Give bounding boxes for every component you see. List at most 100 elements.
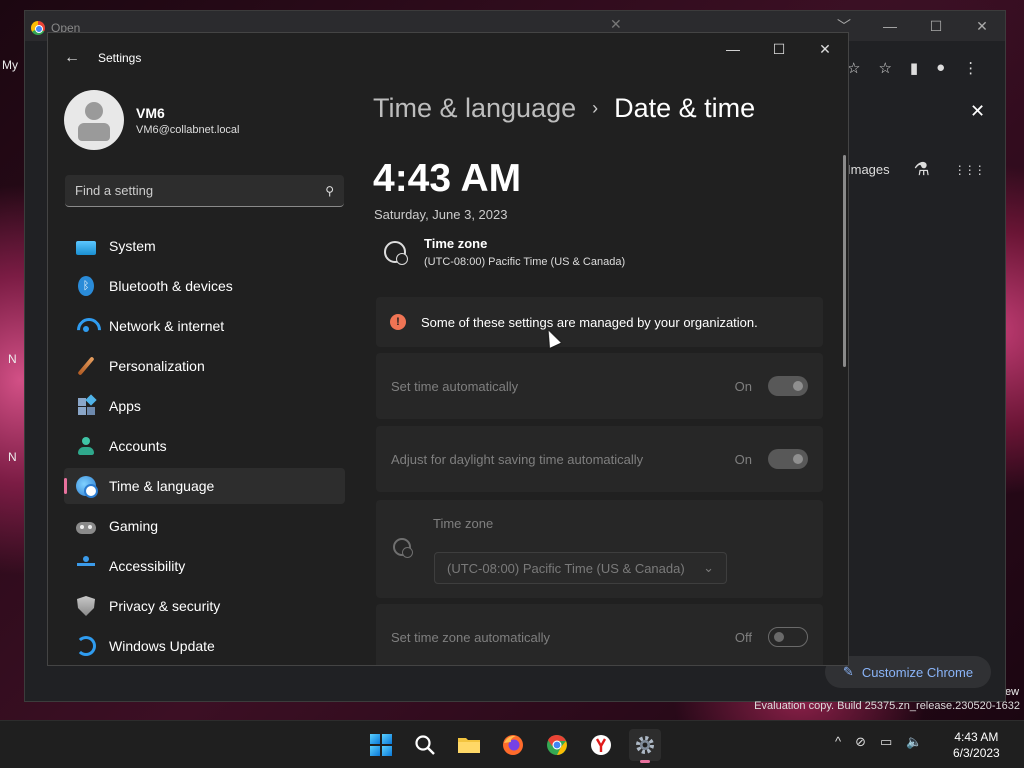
sidebar-item-time-language[interactable]: Time & language (64, 468, 345, 504)
user-email: VM6@collabnet.local (136, 123, 240, 136)
sidebar-item-privacy[interactable]: Privacy & security (64, 588, 345, 624)
firefox-button[interactable] (497, 729, 529, 761)
yandex-button[interactable] (585, 729, 617, 761)
maximize-button[interactable]: ☐ (913, 15, 959, 37)
toggle-state: On (734, 378, 752, 394)
sidebar-item-personalization[interactable]: Personalization (64, 348, 345, 384)
close-button[interactable]: ✕ (959, 15, 1005, 37)
settings-window[interactable]: ← Settings — ☐ ✕ VM6 VM6@collabnet.local… (47, 32, 849, 666)
desktop-label: My (2, 58, 18, 72)
close-button[interactable]: ✕ (802, 33, 848, 65)
sidebar-item-label: Apps (109, 398, 141, 414)
sidebar-item-label: Privacy & security (109, 598, 221, 614)
info-icon: ! (390, 314, 406, 330)
toggle-switch[interactable] (768, 627, 808, 647)
images-link[interactable]: Images (847, 162, 890, 177)
display-icon[interactable]: ▭ (880, 734, 892, 750)
file-explorer-button[interactable] (453, 729, 485, 761)
sidebar-nav: System ᛒ Bluetooth & devices Network & i… (64, 228, 345, 665)
setting-label: Set time automatically (391, 378, 519, 394)
minimize-button[interactable]: — (710, 33, 756, 65)
system-tray: ^ ⊘ ▭ 🔈 (835, 734, 923, 750)
sidebar-item-accounts[interactable]: Accounts (64, 428, 345, 464)
taskbar-apps (365, 729, 661, 763)
gear-icon (636, 736, 654, 754)
sidebar-item-label: Accounts (109, 438, 167, 454)
labs-icon[interactable]: ⚗ (914, 159, 930, 180)
timezone-globe-icon (393, 538, 413, 558)
avatar (64, 90, 124, 150)
sidebar-item-gaming[interactable]: Gaming (64, 508, 345, 544)
sidebar-item-label: System (109, 238, 156, 254)
chevron-right-icon: › (592, 98, 599, 118)
close-icon[interactable]: ✕ (970, 101, 985, 122)
evaluation-watermark: Evaluation copy. Build 25375.zn_release.… (754, 700, 1020, 712)
breadcrumb-parent[interactable]: Time & language (373, 93, 576, 124)
tab-close-icon[interactable]: ✕ (610, 16, 622, 33)
windows-logo-icon (370, 734, 392, 756)
chrome-menu-icon[interactable]: ⋮ (963, 59, 978, 77)
share-icon[interactable]: ☆ (847, 59, 860, 77)
search-input[interactable] (75, 183, 326, 198)
side-panel-icon[interactable]: ▮ (910, 59, 918, 77)
timezone-dropdown[interactable]: (UTC-08:00) Pacific Time (US & Canada) ⌄ (434, 552, 727, 584)
bluetooth-icon: ᛒ (78, 276, 94, 296)
apps-icon (76, 396, 96, 416)
toggle-switch[interactable] (768, 376, 808, 396)
sidebar-item-accessibility[interactable]: Accessibility (64, 548, 345, 584)
app-title: Settings (98, 51, 142, 65)
sidebar-item-system[interactable]: System (64, 228, 345, 264)
volume-icon[interactable]: 🔈 (906, 734, 922, 750)
timezone-label: Time zone (424, 236, 488, 251)
yandex-icon (591, 735, 611, 755)
accessibility-icon (76, 556, 96, 576)
sidebar-item-label: Personalization (109, 358, 205, 374)
taskbar-clock[interactable]: 4:43 AM 6/3/2023 (953, 729, 1000, 761)
start-button[interactable] (365, 729, 397, 761)
desktop-label: N (8, 450, 17, 464)
search-box: ⚲ (65, 175, 344, 207)
sidebar-item-network[interactable]: Network & internet (64, 308, 345, 344)
setting-label: Set time zone automatically (391, 629, 550, 645)
taskbar-search-button[interactable] (409, 729, 441, 761)
google-apps-icon[interactable]: ⋮⋮⋮ (954, 163, 986, 177)
minimize-button[interactable]: — (867, 15, 913, 37)
sidebar-item-bluetooth[interactable]: ᛒ Bluetooth & devices (64, 268, 345, 304)
bookmark-star-icon[interactable]: ☆ (878, 59, 891, 77)
back-arrow-icon[interactable]: ← (64, 49, 80, 67)
customize-chrome-label: Customize Chrome (861, 664, 974, 680)
chevron-down-icon: ⌄ (703, 560, 714, 575)
toggle-state: Off (734, 629, 752, 645)
customize-chrome-button[interactable]: ✎ Customize Chrome (825, 656, 991, 688)
firefox-icon (503, 735, 523, 755)
taskbar: ^ ⊘ ▭ 🔈 4:43 AM 6/3/2023 (0, 720, 1024, 768)
chrome-toolbar: ☆ ☆ ▮ ● ⋮ (847, 59, 978, 77)
maximize-button[interactable]: ☐ (756, 33, 802, 65)
timezone-dropdown-value: (UTC-08:00) Pacific Time (US & Canada) (447, 560, 685, 576)
update-icon (76, 636, 96, 656)
search-icon[interactable]: ⚲ (325, 184, 334, 198)
chrome-ntp-links: Images ⚗ ⋮⋮⋮ (847, 159, 986, 180)
profile-icon[interactable]: ● (936, 59, 945, 77)
sidebar-item-windows-update[interactable]: Windows Update (64, 628, 345, 664)
timezone-summary: Time zone (UTC-08:00) Pacific Time (US &… (384, 236, 625, 268)
setting-set-timezone-automatically: Set time zone automatically Off (376, 604, 823, 665)
show-hidden-icons-icon[interactable]: ^ (835, 734, 841, 750)
chrome-button[interactable] (541, 729, 573, 761)
sidebar-item-apps[interactable]: Apps (64, 388, 345, 424)
user-profile[interactable]: VM6 VM6@collabnet.local (64, 90, 240, 150)
desktop-corner-text: ew (1005, 686, 1020, 698)
timezone-card-label: Time zone (433, 516, 494, 531)
setting-label: Adjust for daylight saving time automati… (391, 451, 644, 467)
sidebar-item-label: Time & language (109, 478, 215, 494)
sidebar-item-label: Network & internet (109, 318, 225, 334)
network-disconnected-icon[interactable]: ⊘ (855, 734, 866, 750)
toggle-switch[interactable] (768, 449, 808, 469)
pencil-icon: ✎ (842, 664, 854, 679)
brush-icon (76, 356, 96, 376)
system-icon (76, 240, 96, 255)
scrollbar[interactable] (843, 155, 846, 367)
folder-icon (458, 738, 480, 753)
setting-set-time-automatically: Set time automatically On (376, 353, 823, 419)
settings-taskbar-button[interactable] (629, 729, 661, 763)
